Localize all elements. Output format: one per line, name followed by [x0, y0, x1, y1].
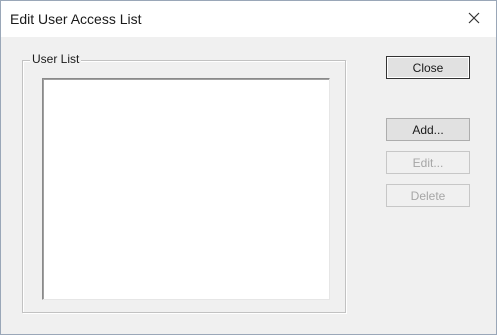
delete-button[interactable]: Delete [386, 184, 470, 207]
window-title: Edit User Access List [10, 11, 142, 27]
close-icon [468, 12, 480, 24]
user-list-box[interactable] [42, 78, 330, 300]
add-button[interactable]: Add... [386, 118, 470, 141]
user-list-group-label: User List [30, 52, 82, 66]
close-button[interactable]: Close [386, 56, 470, 79]
window-close-button[interactable] [460, 5, 488, 31]
edit-button[interactable]: Edit... [386, 151, 470, 174]
title-bar[interactable]: Edit User Access List [1, 1, 496, 37]
